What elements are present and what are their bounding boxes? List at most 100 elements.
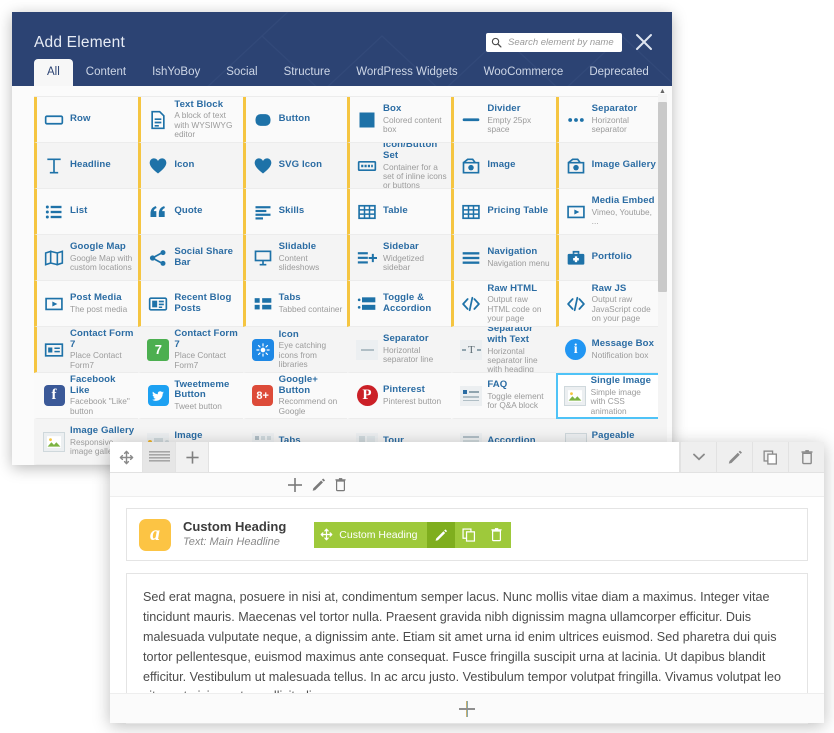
element-tile[interactable]: Image Gallery [555, 143, 660, 189]
element-tile-text: Facebook Like Facebook "Like" button [70, 373, 134, 416]
element-tile[interactable]: Post Media The post media [34, 281, 139, 327]
element-tile[interactable]: List [34, 189, 139, 235]
element-tile-name: Facebook Like [70, 373, 116, 396]
element-tile-name: List [70, 205, 88, 217]
element-card[interactable]: a Custom Heading Text: Main Headline Cus… [126, 508, 808, 561]
element-tile[interactable]: f Facebook Like Facebook "Like" button [34, 373, 139, 419]
edit-button[interactable] [716, 442, 752, 472]
search-input[interactable] [506, 35, 618, 50]
slidable-icon [252, 247, 274, 269]
clone-button[interactable] [752, 442, 788, 472]
tab-all[interactable]: All [34, 59, 73, 86]
divider-icon [462, 117, 480, 121]
element-tile[interactable]: Divider Empty 25px space [451, 97, 556, 143]
icon-button-set-icon [357, 160, 377, 171]
tab-deprecated[interactable]: Deprecated [576, 59, 661, 86]
element-grid-scrollbar[interactable]: ▲ [658, 88, 667, 463]
scrollbar-thumb[interactable] [658, 102, 667, 292]
row-delete-button[interactable] [334, 477, 347, 492]
element-tile[interactable]: Media Embed Vimeo, Youtube, ... [555, 189, 660, 235]
element-tile[interactable]: Raw JS Output raw JavaScript code on your… [555, 281, 660, 327]
close-icon[interactable] [634, 32, 654, 52]
tab-woocommerce[interactable]: WooCommerce [471, 59, 577, 86]
dropdown-button[interactable] [680, 442, 716, 472]
element-tile[interactable]: Pricing Table [451, 189, 556, 235]
element-tile[interactable]: Recent Blog Posts [138, 281, 243, 327]
blog-icon [149, 296, 168, 311]
element-tile[interactable]: Separator Horizontal separator line [347, 327, 452, 373]
element-tile[interactable]: Tweetmeme Button Tweet button [138, 373, 243, 419]
twitter-icon [147, 385, 169, 406]
image-icon [462, 158, 480, 173]
element-tile-desc: Widgetized sidebar [383, 253, 425, 273]
element-tile[interactable]: Portfolio [555, 235, 660, 281]
pencil-icon [312, 478, 326, 491]
element-tile[interactable]: Contact Form 7 Place Contact Form7 [34, 327, 139, 373]
element-tile[interactable]: Table [347, 189, 452, 235]
element-tile[interactable]: Quote [138, 189, 243, 235]
element-edit-button[interactable] [426, 521, 455, 548]
element-tile[interactable]: Google Map Google Map with custom locatio… [34, 235, 139, 281]
tab-ishyoboy[interactable]: IshYoBoy [139, 59, 213, 86]
separator-text-icon: T [460, 339, 483, 361]
chevron-down-icon [692, 453, 705, 461]
element-tile[interactable]: 7 Contact Form 7 Place Contact Form7 [138, 327, 243, 373]
tab-social[interactable]: Social [213, 59, 270, 86]
element-tile[interactable]: Icon [138, 143, 243, 189]
element-clone-button[interactable] [454, 521, 483, 548]
element-tile[interactable]: Icon/Button Set Container for a set of in… [347, 143, 452, 189]
tab-content[interactable]: Content [73, 59, 139, 86]
element-tile[interactable]: Slidable Content slideshows [242, 235, 347, 281]
element-tile[interactable]: Sidebar Widgetized sidebar [347, 235, 452, 281]
element-tile[interactable]: Tabs Tabbed container [242, 281, 347, 327]
element-drag-button[interactable]: Custom Heading [314, 521, 427, 548]
element-tile[interactable]: Single Image Simple image with CSS animat… [555, 373, 660, 419]
element-tile[interactable]: Image [451, 143, 556, 189]
trash-icon [491, 528, 502, 542]
element-tile[interactable]: Toggle & Accordion [347, 281, 452, 327]
element-tile[interactable]: Raw HTML Output raw HTML code on your pag… [451, 281, 556, 327]
modal-header: Add Element All Content IshYoBoy Social … [12, 12, 672, 86]
element-tile-name: Row [70, 113, 91, 125]
scroll-up-arrow[interactable]: ▲ [659, 88, 666, 95]
element-tile[interactable]: i Message Box Notification box [555, 327, 660, 373]
element-tile-text: Contact Form 7 Place Contact Form7 [70, 328, 134, 370]
element-tile[interactable]: Box Colored content box [347, 97, 452, 143]
element-tile[interactable]: Navigation Navigation menu [451, 235, 556, 281]
tab-structure[interactable]: Structure [271, 59, 344, 86]
element-tile-name: Sidebar [383, 241, 419, 253]
element-tile[interactable]: P Pinterest Pinterest button [347, 373, 452, 419]
element-tile-name: Icon/Button Set [383, 143, 438, 162]
add-element-button[interactable] [176, 442, 209, 472]
element-subtitle: Text: Main Headline [183, 536, 280, 549]
element-tile-desc: Content slideshows [278, 253, 320, 273]
element-tile-name: Headline [70, 159, 111, 171]
element-tile[interactable]: Social Share Bar [138, 235, 243, 281]
row-add-button[interactable] [287, 477, 303, 493]
element-delete-button[interactable] [482, 521, 511, 548]
row-edit-button[interactable] [311, 477, 326, 492]
row-layout-button[interactable] [143, 442, 176, 472]
element-tile[interactable]: SVG Icon [242, 143, 347, 189]
footer-add-button[interactable] [457, 699, 477, 719]
delete-button[interactable] [788, 442, 824, 472]
element-tile[interactable]: Text Block A block of text with WYSIWYG e… [138, 97, 243, 143]
element-tile[interactable]: Row [34, 97, 139, 143]
headline-icon [43, 155, 65, 177]
element-tile[interactable]: Button [242, 97, 347, 143]
move-handle-button[interactable] [110, 442, 143, 472]
element-tile-text: Google+ Button Recommend on Google [279, 374, 343, 416]
element-tile[interactable]: T Separator with Text Horizontal separator… [451, 327, 556, 373]
tab-wordpress-widgets[interactable]: WordPress Widgets [343, 59, 470, 86]
element-tile-text: Message Box Notification box [592, 338, 654, 360]
element-tile-text: Portfolio [592, 251, 632, 263]
element-tile[interactable]: Headline [34, 143, 139, 189]
search-box[interactable] [486, 33, 622, 52]
element-tile[interactable]: 8+ Google+ Button Recommend on Google [242, 373, 347, 419]
element-tile[interactable]: Skills [242, 189, 347, 235]
element-tile-name: Text Block [174, 98, 224, 110]
element-tile[interactable]: FAQ Toggle element for Q&A block [451, 373, 556, 419]
element-tile-text: Pricing Table [487, 205, 548, 217]
element-tile[interactable]: Icon Eye catching icons from libraries [242, 327, 347, 373]
element-tile[interactable]: Separator Horizontal separator [555, 97, 660, 143]
